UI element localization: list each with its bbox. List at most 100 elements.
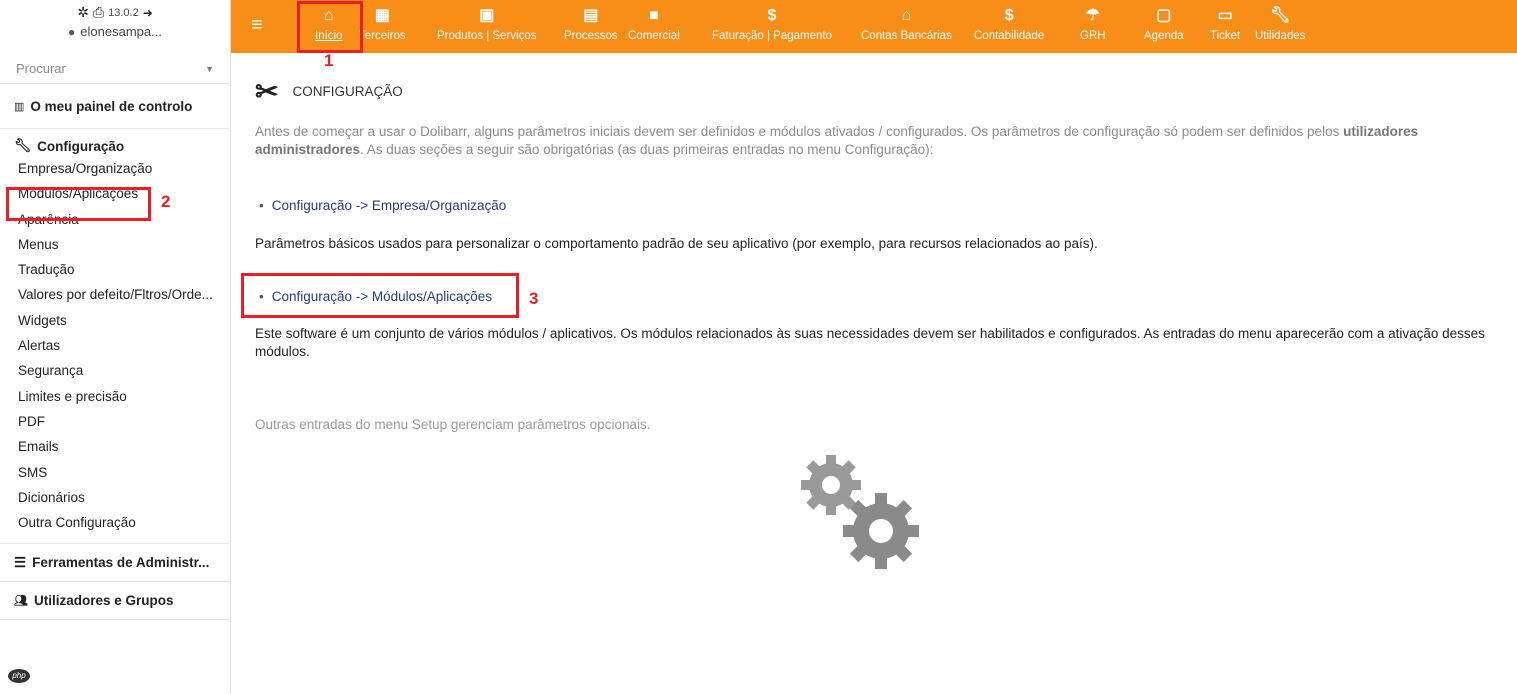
calendar-icon: ▢ [1156,7,1172,24]
search-select[interactable]: Procurar ▼ [0,54,230,84]
dashboard-block: ▥ O meu painel de controlo [0,84,230,129]
admin-tools-block: ☰ Ferramentas de Administr... [0,544,230,583]
tab-commercial[interactable]: ■ Comercial [628,6,680,42]
tab-hrm[interactable]: ☂ GRH [1080,6,1106,42]
tab-label: Produtos | Serviços [437,30,537,42]
wrench-icon: 🔧︎ [1270,7,1291,24]
tab-agenda[interactable]: ▢ Agenda [1144,6,1184,42]
tab-tools[interactable]: 🔧︎ Utilidades [1255,6,1306,42]
top-menu-bar: ≡ ⌂ Início ▦ Terceiros ▣ Produtos | Serv… [231,0,1517,53]
tab-home[interactable]: ⌂ Início [315,6,343,42]
user-area: ✲ ⎙ 13.0.2 ➜ ● elonesampa... [0,0,230,54]
bank-icon: ⌂ [901,7,912,24]
link-company-setup[interactable]: Configuração -> Empresa/Organização [272,198,507,213]
sidebar-item-appearance[interactable]: Aparência [0,207,222,232]
cube-icon: ▣ [479,7,495,24]
page-header: ✂︎ CONFIGURAÇÃO [255,75,403,108]
sidebar-item-menus[interactable]: Menus [0,232,222,257]
tools-icon: ✂︎ [255,76,279,107]
tab-label: Contas Bancárias [861,30,952,42]
sidebar-item-company[interactable]: Empresa/Organização [0,156,222,181]
user-icon: ● [68,24,76,39]
modules-description: Este software é um conjunto de vários mó… [255,326,1485,359]
clipboard-icon: ▤ [583,7,599,24]
version-label: 13.0.2 [108,6,139,19]
sidebar-item-sms[interactable]: SMS [0,460,222,485]
dashboard-label: O meu painel de controlo [30,98,193,114]
dollar-icon: $ [767,7,777,24]
hamburger-icon[interactable]: ≡ [251,15,263,35]
user-link[interactable]: ● elonesampa... [0,24,230,39]
wrench-icon: 🔧︎ [14,138,32,153]
annotation-number-2: 2 [161,192,171,211]
tab-projects[interactable]: ▤ Processos [564,6,618,42]
ticket-icon: ▭ [1217,7,1233,24]
sidebar-item-limits[interactable]: Limites e precisão [0,384,222,409]
setup-title: Configuração [37,138,125,154]
username-label: elonesampa... [80,24,162,39]
bullet: • [259,289,264,304]
tab-label: Início [315,30,343,42]
intro-part1: Antes de começar a usar o Dolibarr, algu… [255,124,1344,139]
tab-label: Utilidades [1255,30,1306,42]
php-logo: php [8,669,30,683]
printer-icon[interactable]: ⎙ [93,4,104,21]
tab-label: Faturação | Pagamento [712,30,832,42]
tab-banks[interactable]: ⌂ Contas Bancárias [861,6,952,42]
tab-third-parties[interactable]: ▦ Terceiros [359,6,406,42]
users-groups-block: 👥︎ Utilizadores e Grupos [0,582,230,621]
sidebar-item-defaults[interactable]: Valores por defeito/Fltros/Orde... [0,282,222,307]
bullet: • [259,198,264,213]
tab-label: GRH [1080,30,1106,42]
server-icon: ☰ [14,554,27,570]
sidebar-item-translation[interactable]: Tradução [0,257,222,282]
admin-tools-label: Ferramentas de Administr... [32,555,210,571]
chart-icon: ▥ [14,100,25,113]
sidebar-item-emails[interactable]: Emails [0,434,222,459]
tab-products[interactable]: ▣ Produtos | Serviços [437,6,537,42]
tab-ticket[interactable]: ▭ Ticket [1210,6,1240,42]
link-row-company: • Configuração -> Empresa/Organização [259,198,506,213]
tab-label: Agenda [1144,30,1184,42]
sidebar-item-widgets[interactable]: Widgets [0,308,222,333]
sidebar-item-other-setup[interactable]: Outra Configuração [0,510,222,535]
tab-label: Contabilidade [974,30,1045,42]
search-placeholder: Procurar [16,61,66,76]
umbrella-icon: ☂ [1085,7,1100,24]
link-modules-setup[interactable]: Configuração -> Módulos/Aplicações [272,289,492,304]
dollar-icon: $ [1004,7,1014,24]
tab-label: Comercial [628,30,680,42]
tab-label: Ticket [1210,30,1241,42]
link-row-modules: • Configuração -> Módulos/Aplicações [259,289,492,304]
sidebar-item-alerts[interactable]: Alertas [0,333,222,358]
dashboard-link[interactable]: ▥ O meu painel de controlo [0,99,192,114]
page-title: CONFIGURAÇÃO [292,84,403,99]
tab-label: Terceiros [359,30,406,42]
admin-tools-link[interactable]: ☰ Ferramentas de Administr... [0,555,209,571]
main-content: ✂︎ CONFIGURAÇÃO Antes de começar a usar … [231,53,1517,694]
chevron-down-icon: ▼ [205,63,214,74]
home-icon: ⌂ [323,7,334,24]
users-groups-label: Utilizadores e Grupos [33,593,174,609]
tab-label: Processos [564,30,618,42]
logout-icon[interactable]: ➜ [143,6,153,20]
setup-title-link[interactable]: 🔧︎ Configuração [0,138,230,154]
users-groups-link[interactable]: 👥︎ Utilizadores e Grupos [0,593,174,608]
sidebar-item-security[interactable]: Segurança [0,358,222,383]
top-tools: ✲ ⎙ 13.0.2 ➜ [0,4,230,21]
annotation-number-3: 3 [529,289,539,308]
gears-icon [797,453,947,576]
company-description: Parâmetros básicos usados para personali… [255,236,1098,251]
setup-block: 🔧︎ Configuração Empresa/Organização Módu… [0,129,230,545]
users-icon: 👥︎ [14,595,28,608]
sidebar-item-pdf[interactable]: PDF [0,409,222,434]
intro-part2: . As duas seções a seguir são obrigatóri… [360,142,934,157]
sidebar-item-modules[interactable]: Módulos/Aplicações [0,181,222,206]
bug-icon[interactable]: ✲ [77,4,89,21]
left-sidebar: ✲ ⎙ 13.0.2 ➜ ● elonesampa... Procurar ▼ … [0,0,231,694]
optional-note: Outras entradas do menu Setup gerenciam … [255,417,651,432]
sidebar-item-dictionaries[interactable]: Dicionários [0,485,222,510]
tab-accounting[interactable]: $ Contabilidade [974,6,1044,42]
tab-billing[interactable]: $ Faturação | Pagamento [712,6,832,42]
briefcase-icon: ■ [649,7,659,24]
